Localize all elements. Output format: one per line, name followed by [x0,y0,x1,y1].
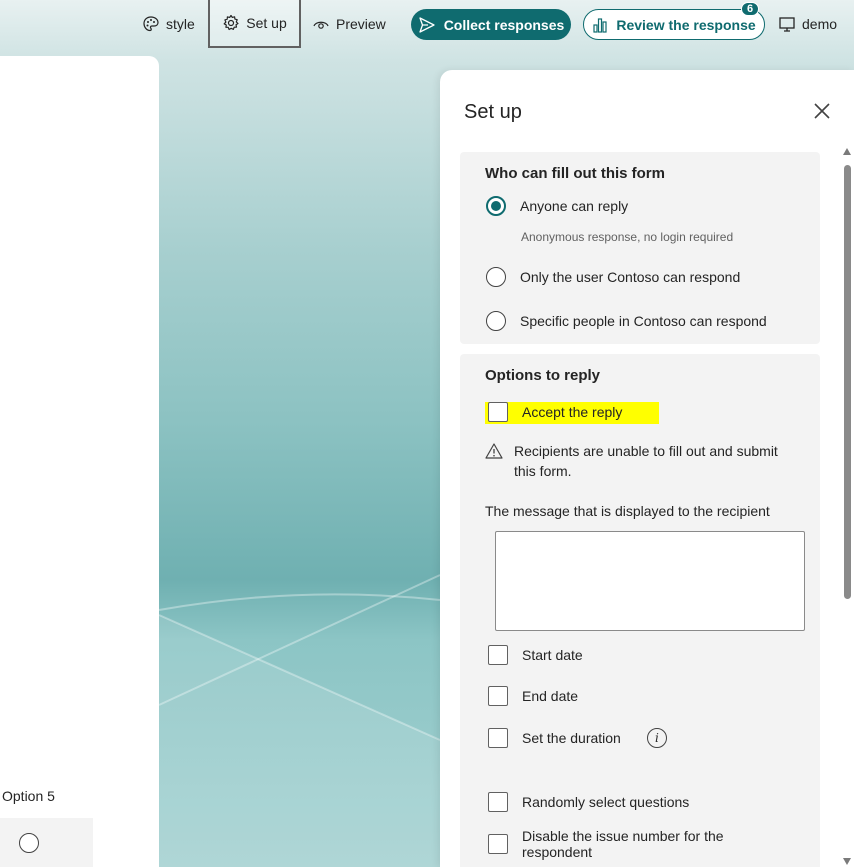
start-date-checkbox-row[interactable]: Start date [488,645,583,665]
collect-responses-button[interactable]: Collect responses [411,9,571,40]
warning-icon [485,443,503,459]
radio-button[interactable] [486,267,506,287]
end-date-checkbox-row[interactable]: End date [488,686,578,706]
who-can-fill-section: Who can fill out this form Anyone can re… [460,152,820,344]
info-icon[interactable]: i [646,728,667,748]
random-questions-checkbox[interactable] [488,792,508,812]
warning-text: Recipients are unable to fill out and su… [514,443,778,479]
panel-scrollbar[interactable] [841,148,854,867]
preview-button[interactable]: Preview [312,0,386,48]
options-to-reply-section: Options to reply Accept the reply Recipi… [460,354,820,867]
radio-button-checked[interactable] [486,196,506,216]
duration-checkbox-row[interactable]: Set the duration i [488,728,667,748]
recipient-message-label: The message that is displayed to the rec… [485,503,770,519]
disable-number-label: Disable the issue number for the respond… [522,828,724,860]
setup-panel: Set up Who can fill out this form Anyone… [440,70,854,867]
warning-message: Recipients are unable to fill out and su… [484,441,784,481]
close-icon[interactable] [812,101,832,121]
form-preview-card [0,56,159,867]
recipient-message-textarea[interactable] [495,531,805,631]
duration-checkbox[interactable] [488,728,508,748]
accept-reply-checkbox-row[interactable]: Accept the reply [488,402,622,422]
scrollbar-thumb[interactable] [844,165,851,599]
random-questions-label: Randomly select questions [522,794,690,810]
review-response-button[interactable]: Review the response [583,9,765,40]
radio-label: Specific people in Contoso can respond [520,313,767,329]
anonymous-note: Anonymous response, no login required [521,230,734,244]
disable-number-checkbox[interactable] [488,834,508,854]
radio-button[interactable] [486,311,506,331]
monitor-icon [779,17,795,32]
palette-icon [143,16,159,32]
setup-label: Set up [246,15,287,31]
radio-specific-people[interactable]: Specific people in Contoso can respond [486,311,767,331]
accept-reply-label: Accept the reply [522,404,623,420]
radio-only-contoso[interactable]: Only the user Contoso can respond [486,267,740,287]
accept-reply-checkbox[interactable] [488,402,508,422]
start-date-label: Start date [522,647,583,663]
demo-present-button[interactable]: demo [778,0,837,48]
end-date-checkbox[interactable] [488,686,508,706]
scroll-down-arrow-icon[interactable] [843,858,851,865]
send-icon [419,16,435,33]
start-date-checkbox[interactable] [488,645,508,665]
random-questions-checkbox-row[interactable]: Randomly select questions [488,792,689,812]
who-can-fill-title: Who can fill out this form [485,165,665,182]
disable-number-checkbox-row[interactable]: Disable the issue number for the respond… [488,828,752,860]
option-radio[interactable] [19,833,39,853]
response-count-badge: 6 [741,2,759,16]
duration-label: Set the duration [522,730,621,746]
panel-title: Set up [464,101,522,123]
radio-anyone-can-reply[interactable]: Anyone can reply [486,196,628,216]
eye-icon [313,21,329,29]
bar-chart-icon [593,17,607,33]
preview-label: Preview [336,16,386,32]
options-to-reply-title: Options to reply [485,367,601,384]
style-button[interactable]: style [142,0,195,48]
review-response-label: Review the response [616,16,756,33]
end-date-label: End date [522,688,579,704]
option-5-label: Option 5 [2,788,55,804]
setup-button[interactable]: Set up [208,0,301,48]
top-toolbar: style Set up Preview Collect responses R… [0,0,854,48]
style-label: style [166,16,195,32]
gear-icon [223,14,239,31]
collect-responses-label: Collect responses [443,16,565,33]
option-radio-row[interactable] [0,818,93,867]
radio-label: Only the user Contoso can respond [520,269,741,285]
radio-label: Anyone can reply [520,198,629,214]
demo-label: demo [802,16,838,32]
scroll-up-arrow-icon[interactable] [843,148,851,155]
